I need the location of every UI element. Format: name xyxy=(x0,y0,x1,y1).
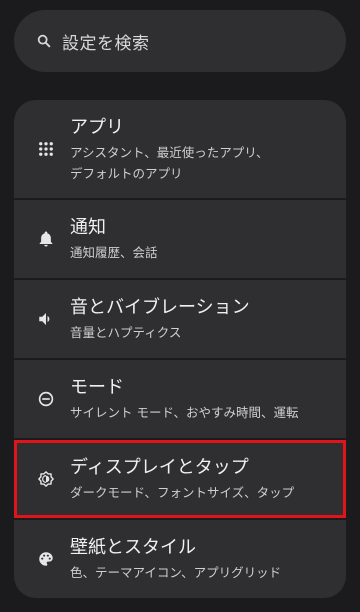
search-icon xyxy=(36,33,52,49)
settings-list: アプリ アシスタント、最近使ったアプリ、 デフォルトのアプリ 通知 通知履歴、会… xyxy=(14,100,346,598)
subtitle-line: デフォルトのアプリ xyxy=(70,166,183,181)
subtitle-line: 音量とハプティクス xyxy=(70,325,182,340)
brightness-icon xyxy=(36,469,56,489)
settings-item-apps[interactable]: アプリ アシスタント、最近使ったアプリ、 デフォルトのアプリ xyxy=(14,100,346,198)
bell-icon xyxy=(36,229,56,249)
palette-icon xyxy=(36,549,56,569)
subtitle-line: 通知履歴、会話 xyxy=(70,245,158,260)
search-placeholder: 設定を検索 xyxy=(62,33,150,54)
subtitle-line: アシスタント、最近使ったアプリ、 xyxy=(70,145,269,160)
settings-item-subtitle: 色、テーマアイコン、アプリグリッド xyxy=(70,562,336,583)
settings-item-sound[interactable]: 音とバイブレーション 音量とハプティクス xyxy=(14,280,346,358)
settings-item-modes[interactable]: モード サイレント モード、おやすみ時間、運転 xyxy=(14,360,346,438)
settings-item-subtitle: ダークモード、フォントサイズ、タップ xyxy=(70,482,336,503)
do-not-disturb-icon xyxy=(36,389,56,409)
subtitle-line: 色、テーマアイコン、アプリグリッド xyxy=(70,565,282,580)
settings-item-display[interactable]: ディスプレイとタップ ダークモード、フォントサイズ、タップ xyxy=(14,440,346,518)
settings-item-subtitle: アシスタント、最近使ったアプリ、 デフォルトのアプリ xyxy=(70,142,336,184)
search-bar[interactable]: 設定を検索 xyxy=(14,10,346,72)
settings-item-notifications[interactable]: 通知 通知履歴、会話 xyxy=(14,200,346,278)
settings-item-subtitle: サイレント モード、おやすみ時間、運転 xyxy=(70,402,336,423)
settings-item-title: モード xyxy=(70,377,124,398)
volume-icon xyxy=(36,309,56,329)
settings-item-title: アプリ xyxy=(70,117,124,138)
settings-item-title: 音とバイブレーション xyxy=(70,297,250,318)
settings-screen: 設定を検索 アプリ アシスタント、最近使ったアプリ、 デフォルトのアプリ 通知 … xyxy=(0,0,360,612)
apps-grid-icon xyxy=(36,139,56,159)
settings-item-title: 通知 xyxy=(70,217,106,238)
settings-item-title: 壁紙とスタイル xyxy=(70,537,196,558)
settings-item-subtitle: 通知履歴、会話 xyxy=(70,242,336,263)
settings-item-title: ディスプレイとタップ xyxy=(70,457,249,478)
subtitle-line: ダークモード、フォントサイズ、タップ xyxy=(70,485,295,500)
settings-item-wallpaper-style[interactable]: 壁紙とスタイル 色、テーマアイコン、アプリグリッド xyxy=(14,520,346,598)
subtitle-line: サイレント モード、おやすみ時間、運転 xyxy=(70,405,299,420)
settings-item-subtitle: 音量とハプティクス xyxy=(70,322,336,343)
